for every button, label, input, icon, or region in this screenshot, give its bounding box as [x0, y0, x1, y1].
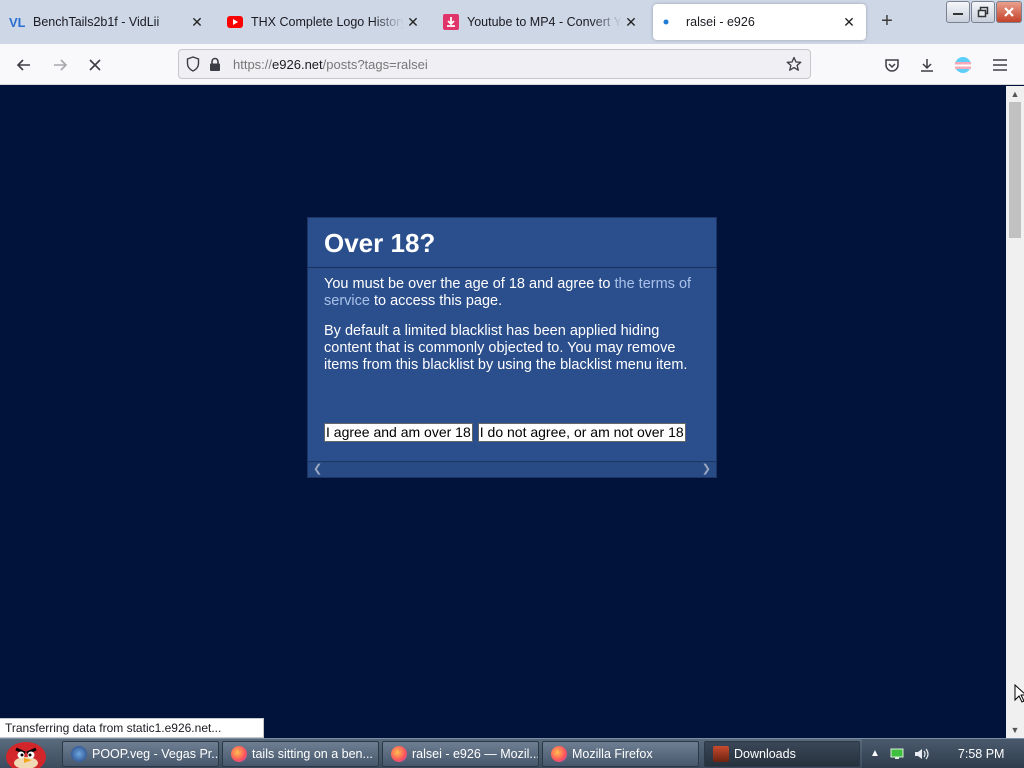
e926-icon [662, 14, 678, 30]
clock[interactable]: 7:58 PM [958, 747, 1005, 761]
close-icon[interactable]: ✕ [622, 13, 640, 31]
bookmark-star-icon[interactable] [780, 50, 808, 78]
account-button[interactable] [950, 52, 976, 78]
download-icon [443, 14, 459, 30]
downloads-button[interactable] [914, 52, 940, 78]
taskbar-item-vegas[interactable]: POOP.veg - Vegas Pr... [62, 741, 219, 767]
system-tray: ▲ 7:58 PM [862, 739, 1024, 768]
vegas-icon [71, 746, 87, 762]
tab-converter[interactable]: Youtube to MP4 - Convert You ✕ [434, 4, 648, 40]
tab-vidlii[interactable]: VL BenchTails2b1f - VidLii ✕ [0, 4, 214, 40]
back-arrow-icon [16, 59, 30, 71]
restore-icon [977, 6, 989, 18]
close-icon[interactable]: ✕ [188, 13, 206, 31]
lock-icon[interactable] [201, 50, 229, 78]
tab-title: Youtube to MP4 - Convert You [467, 15, 622, 29]
firefox-icon [391, 746, 407, 762]
new-tab-button[interactable]: + [876, 11, 898, 33]
taskbar-item-label: ralsei - e926 — Mozil... [412, 747, 539, 761]
start-button-angry-bird-icon[interactable] [2, 733, 52, 768]
taskbar-item-label: Downloads [734, 747, 796, 761]
back-button[interactable] [11, 52, 37, 78]
volume-icon[interactable] [914, 747, 930, 761]
tab-youtube[interactable]: THX Complete Logo History ( ✕ [218, 4, 430, 40]
url-path: /posts?tags=ralsei [322, 56, 428, 72]
close-icon[interactable]: ✕ [404, 13, 422, 31]
taskbar-item-label: POOP.veg - Vegas Pr... [92, 747, 219, 761]
window-close-button[interactable] [996, 1, 1022, 23]
firefox-icon [551, 746, 567, 762]
show-hidden-icons-icon[interactable]: ▲ [870, 748, 880, 759]
svg-text:VL: VL [9, 15, 25, 30]
stop-button[interactable] [82, 52, 108, 78]
scroll-left-icon[interactable]: ❮ [313, 462, 322, 477]
scroll-down-icon[interactable]: ▼ [1006, 722, 1024, 738]
close-icon [1004, 7, 1014, 17]
dialog-title: Over 18? [308, 218, 716, 268]
network-icon[interactable] [890, 748, 904, 760]
pocket-icon [885, 59, 899, 72]
page-content: Over 18? You must be over the age of 18 … [0, 86, 1006, 738]
mouse-cursor-icon [1014, 684, 1024, 703]
taskbar-item-mozilla-firefox[interactable]: Mozilla Firefox [542, 741, 699, 767]
account-avatar-icon [955, 57, 971, 73]
taskbar-item-downloads[interactable]: Downloads [704, 741, 860, 767]
age-verification-dialog: Over 18? You must be over the age of 18 … [307, 217, 717, 478]
firefox-icon [231, 746, 247, 762]
url-scheme: https:// [233, 56, 273, 72]
dialog-horizontal-scrollbar[interactable]: ❮ ❯ [308, 461, 716, 477]
terms-paragraph: You must be over the age of 18 and agree… [324, 276, 700, 310]
navigation-toolbar: https://e926.net/posts?tags=ralsei [0, 44, 1024, 85]
window-controls [946, 1, 1022, 23]
tab-title: ralsei - e926 [686, 15, 755, 29]
minimize-icon [953, 13, 963, 15]
blacklist-paragraph: By default a limited blacklist has been … [324, 323, 688, 373]
agree-button[interactable]: I agree and am over 18 [324, 423, 473, 442]
terms-text-end: to access this page. [369, 293, 503, 309]
forward-arrow-icon [54, 59, 68, 71]
tab-title: THX Complete Logo History ( [251, 15, 404, 29]
tab-strip: VL BenchTails2b1f - VidLii ✕ THX Complet… [0, 0, 1024, 44]
tab-e926[interactable]: ralsei - e926 ✕ [653, 4, 866, 40]
terms-text: You must be over the age of 18 and agree… [324, 276, 615, 292]
taskbar: POOP.veg - Vegas Pr... tails sitting on … [0, 738, 1024, 768]
dialog-buttons: I agree and am over 18 I do not agree, o… [324, 423, 686, 442]
disagree-button[interactable]: I do not agree, or am not over 18 [477, 423, 686, 442]
scroll-up-icon[interactable]: ▲ [1006, 86, 1024, 102]
tab-title: BenchTails2b1f - VidLii [33, 15, 160, 29]
minimize-button[interactable] [946, 1, 970, 23]
scroll-right-icon[interactable]: ❯ [702, 462, 711, 477]
download-arrow-icon [921, 59, 933, 72]
page-vertical-scrollbar[interactable]: ▲ ▼ [1006, 86, 1024, 738]
taskbar-item-firefox-ralsei[interactable]: ralsei - e926 — Mozil... [382, 741, 539, 767]
restore-button[interactable] [971, 1, 995, 23]
vidlii-icon: VL [9, 14, 25, 30]
url-text[interactable]: https://e926.net/posts?tags=ralsei [233, 57, 780, 72]
downloads-icon [713, 746, 729, 762]
taskbar-item-firefox-tails[interactable]: tails sitting on a ben... [222, 741, 379, 767]
dialog-body: You must be over the age of 18 and agree… [308, 268, 716, 374]
pocket-button[interactable] [879, 52, 905, 78]
stop-icon [89, 59, 101, 71]
hamburger-menu-icon [993, 59, 1007, 71]
scrollbar-thumb[interactable] [1009, 102, 1021, 238]
taskbar-item-label: tails sitting on a ben... [252, 747, 373, 761]
youtube-icon [227, 14, 243, 30]
taskbar-item-label: Mozilla Firefox [572, 747, 653, 761]
menu-button[interactable] [987, 52, 1013, 78]
close-icon[interactable]: ✕ [840, 13, 858, 31]
url-host: e926.net [272, 56, 323, 72]
forward-button[interactable] [47, 52, 73, 78]
url-bar[interactable]: https://e926.net/posts?tags=ralsei [178, 49, 811, 79]
